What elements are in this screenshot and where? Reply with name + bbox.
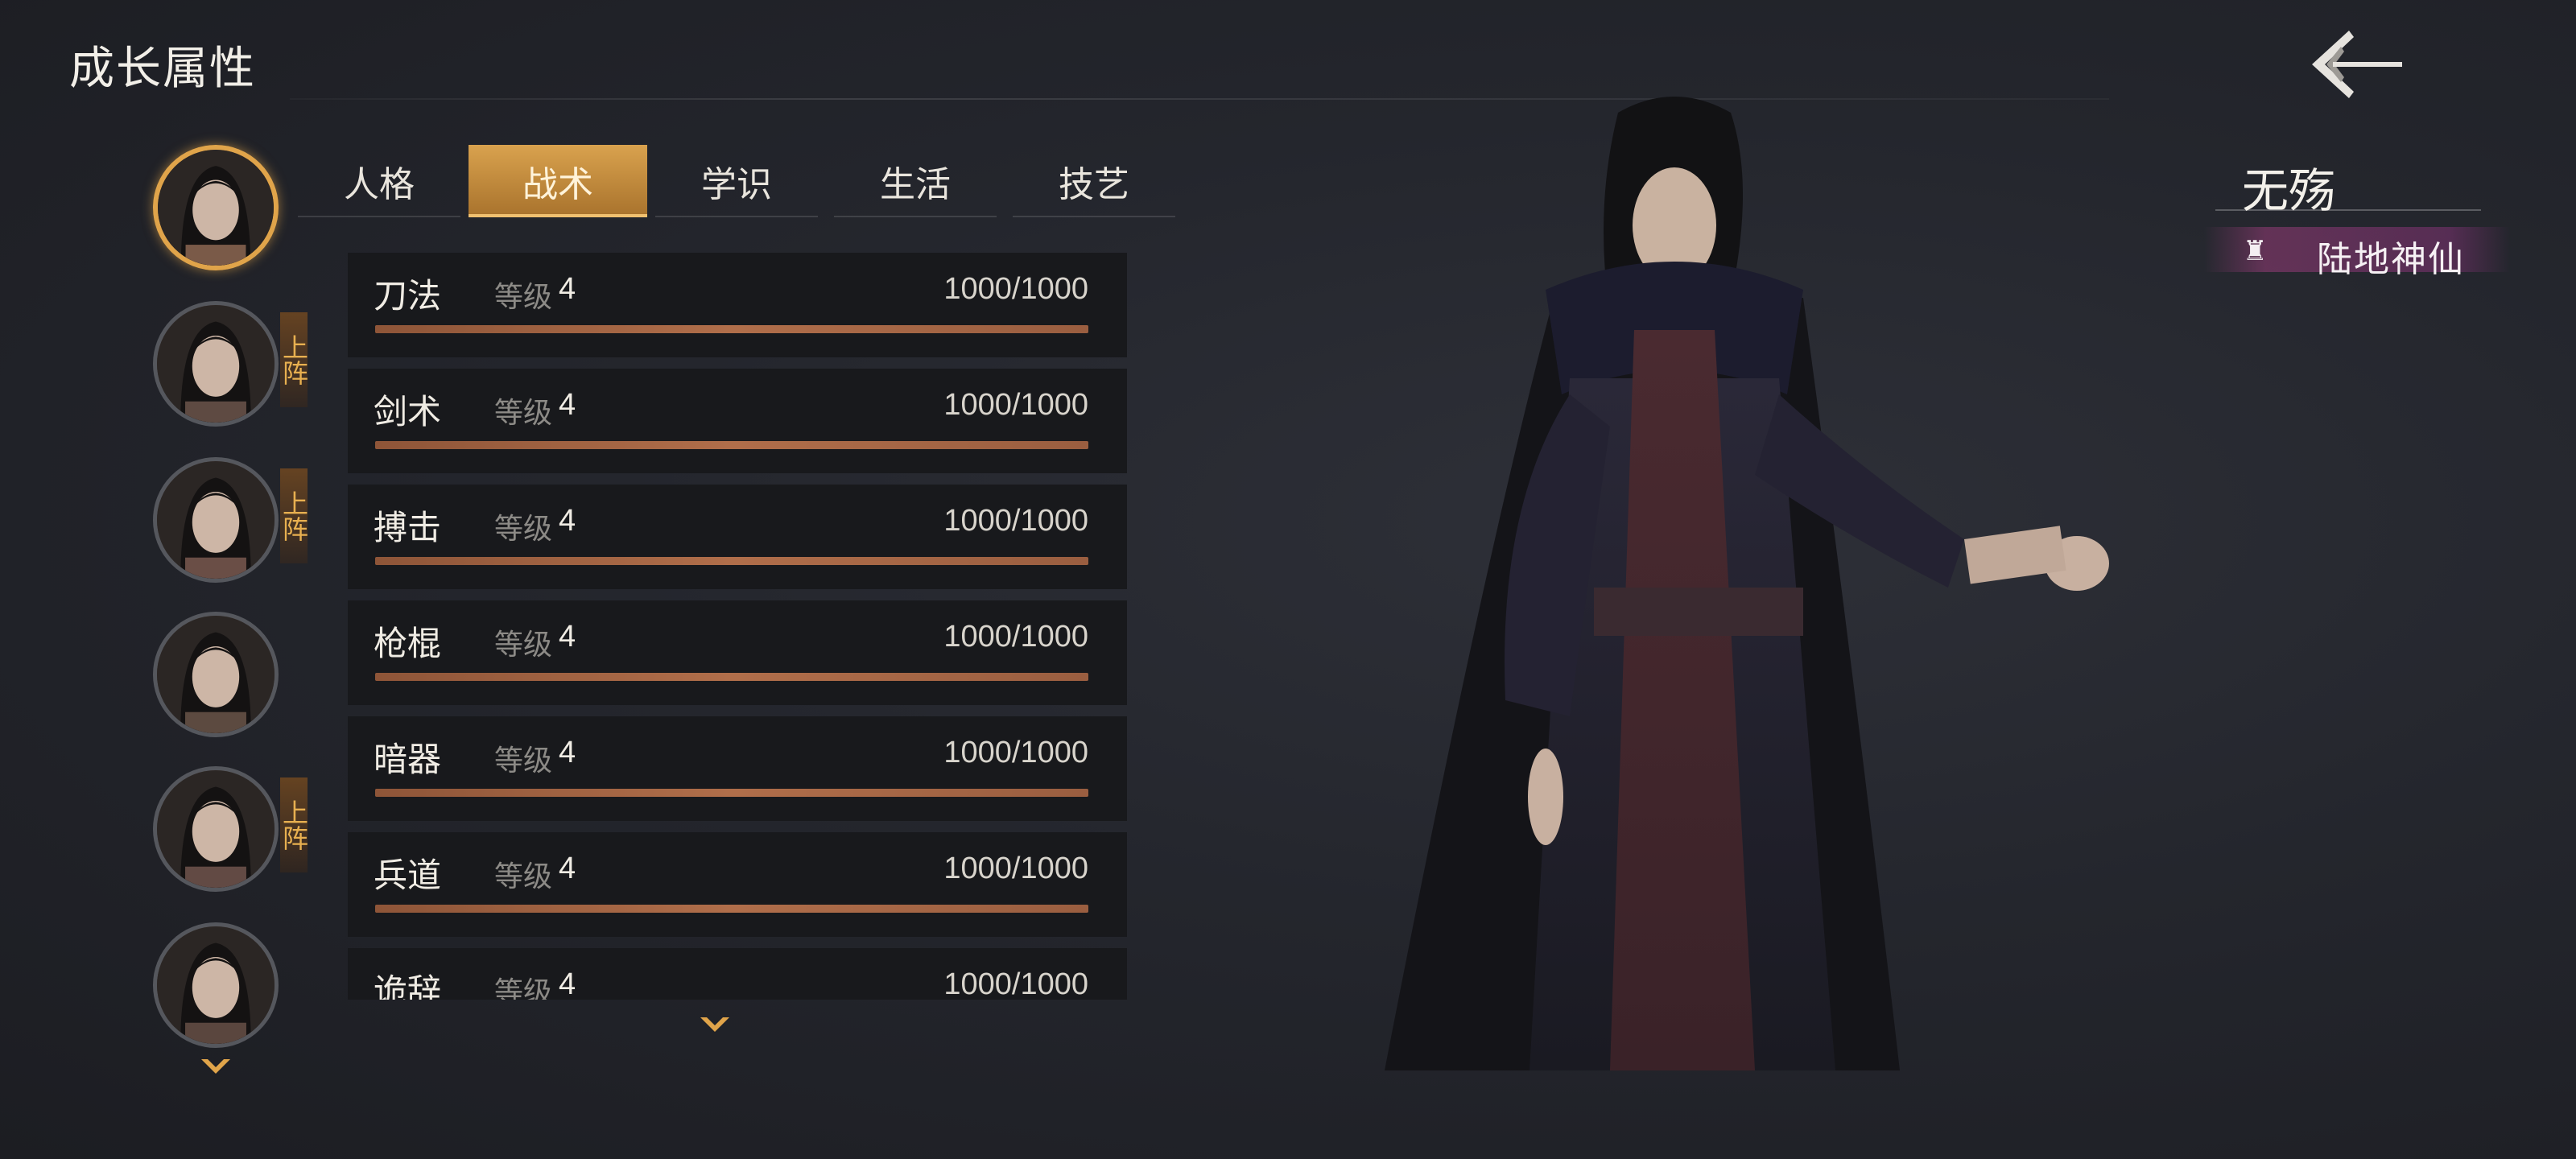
avatar [153, 612, 279, 737]
roster-scroll-down-icon[interactable] [200, 1058, 232, 1077]
skill-name: 搏击 [374, 508, 442, 547]
back-arrow-icon[interactable] [2302, 24, 2407, 105]
level-label: 等级 [494, 744, 553, 777]
exp-progress-bar [375, 905, 1088, 913]
exp-progress-bar [375, 673, 1088, 681]
tab-0[interactable]: 人格 [290, 145, 469, 217]
exp-value: 1000/1000 [943, 388, 1088, 422]
category-tabs: 人格 战术 学识 生活 技艺 [290, 145, 1183, 219]
exp-progress-bar [375, 789, 1088, 797]
level-value: 4 [559, 272, 576, 306]
tab-1[interactable]: 战术 [469, 145, 647, 217]
skill-list: 刀法 等级 4 1000/1000 剑术 等级 4 1000/1000 搏击 等级 4 1000/10… [348, 253, 1127, 1000]
skill-name: 剑术 [374, 392, 442, 431]
skill-row[interactable]: 暗器 等级 4 1000/1000 [348, 716, 1127, 821]
level-value: 4 [559, 388, 576, 422]
roster-member-5[interactable] [153, 922, 279, 1048]
rank-label: 陆地神仙 [2317, 239, 2465, 280]
skill-name: 诡辞 [374, 971, 442, 1000]
skill-row[interactable]: 兵道 等级 4 1000/1000 [348, 832, 1127, 937]
exp-value: 1000/1000 [943, 272, 1088, 306]
exp-progress-bar [375, 441, 1088, 449]
page-title: 成长属性 [69, 43, 256, 95]
level-value: 4 [559, 504, 576, 538]
level-label: 等级 [494, 976, 553, 1000]
skill-row[interactable]: 诡辞 等级 4 1000/1000 [348, 948, 1127, 1000]
exp-progress-fill [375, 905, 1088, 913]
skill-row[interactable]: 枪棍 等级 4 1000/1000 [348, 600, 1127, 705]
level-label: 等级 [494, 513, 553, 546]
skill-name: 兵道 [374, 856, 442, 895]
level-label: 等级 [494, 397, 553, 430]
exp-value: 1000/1000 [943, 504, 1088, 538]
exp-value: 1000/1000 [943, 852, 1088, 885]
exp-progress-fill [375, 789, 1088, 797]
exp-value: 1000/1000 [943, 620, 1088, 654]
exp-progress-bar [375, 557, 1088, 565]
tab-4[interactable]: 技艺 [1005, 145, 1183, 217]
level-label: 等级 [494, 281, 553, 314]
deployed-badge: 上阵 [279, 312, 309, 407]
roster-member-1[interactable]: 上阵 [153, 301, 309, 427]
level-label: 等级 [494, 629, 553, 662]
avatar [153, 457, 279, 583]
character-portrait [1385, 97, 2109, 1070]
roster-member-3[interactable] [153, 612, 279, 737]
exp-progress-bar [375, 325, 1088, 333]
exp-value: 1000/1000 [943, 736, 1088, 769]
exp-progress-fill [375, 557, 1088, 565]
exp-progress-fill [375, 325, 1088, 333]
deployed-badge: 上阵 [279, 777, 309, 872]
roster-member-0[interactable] [153, 145, 279, 270]
level-value: 4 [559, 736, 576, 769]
avatar [153, 145, 279, 270]
rank-badge: ♜ 陆地神仙 [2204, 227, 2510, 280]
deployed-badge: 上阵 [279, 468, 309, 563]
exp-value: 1000/1000 [943, 967, 1088, 1000]
list-scroll-down-icon[interactable] [699, 1016, 731, 1035]
skill-name: 刀法 [374, 276, 442, 316]
skill-name: 枪棍 [374, 624, 442, 663]
level-value: 4 [559, 620, 576, 654]
avatar [153, 301, 279, 427]
name-divider [2215, 209, 2481, 211]
level-value: 4 [559, 967, 576, 1000]
tab-3[interactable]: 生活 [826, 145, 1005, 217]
level-label: 等级 [494, 860, 553, 893]
rank-emblem-icon: ♜ [2243, 235, 2268, 267]
level-value: 4 [559, 852, 576, 885]
skill-row[interactable]: 刀法 等级 4 1000/1000 [348, 253, 1127, 357]
roster-member-4[interactable]: 上阵 [153, 766, 309, 892]
skill-row[interactable]: 剑术 等级 4 1000/1000 [348, 369, 1127, 473]
exp-progress-fill [375, 673, 1088, 681]
avatar [153, 922, 279, 1048]
skill-name: 暗器 [374, 740, 442, 779]
skill-row[interactable]: 搏击 等级 4 1000/1000 [348, 485, 1127, 589]
avatar [153, 766, 279, 892]
roster-member-2[interactable]: 上阵 [153, 457, 309, 583]
tab-2[interactable]: 学识 [647, 145, 826, 217]
exp-progress-fill [375, 441, 1088, 449]
